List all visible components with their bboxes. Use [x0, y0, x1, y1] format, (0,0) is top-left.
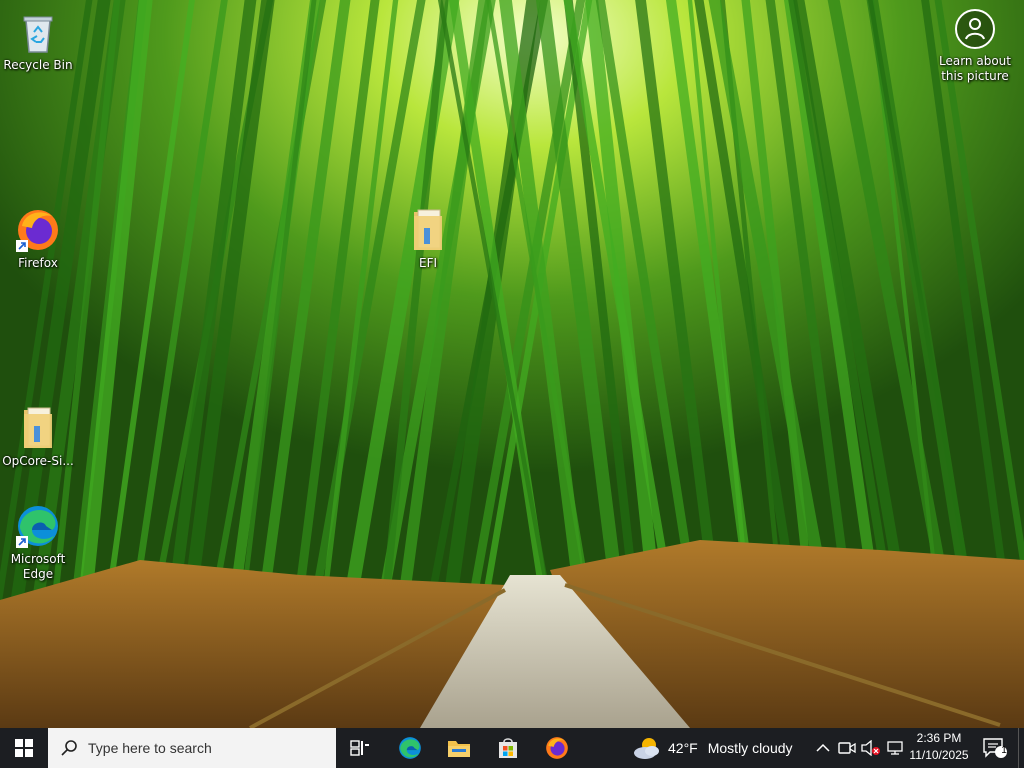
edge-icon	[16, 506, 58, 548]
desktop-icon-efi[interactable]: EFI	[390, 206, 466, 271]
desktop-icon-opcore[interactable]: OpCore-Si...	[0, 404, 76, 469]
search-placeholder: Type here to search	[88, 740, 212, 756]
edge-icon	[399, 737, 421, 759]
desktop-icon-firefox[interactable]: Firefox	[0, 206, 76, 271]
meet-now-button[interactable]	[836, 728, 858, 768]
taskbar-edge-button[interactable]	[386, 728, 434, 768]
firefox-icon	[16, 210, 58, 252]
desktop-icon-label: Microsoft Edge	[10, 552, 66, 581]
clock-time: 2:36 PM	[916, 731, 962, 745]
weather-widget[interactable]: 42°F Mostly cloudy	[632, 728, 793, 768]
task-view-button[interactable]	[336, 728, 384, 768]
microsoft-store-icon	[499, 738, 517, 758]
learn-about-picture-label: Learn about this picture	[939, 54, 1011, 83]
desktop-icon-microsoft-edge[interactable]: Microsoft Edge	[0, 502, 76, 582]
taskbar-store-button[interactable]	[484, 728, 532, 768]
desktop-icon-label: Recycle Bin	[3, 58, 73, 72]
desktop-icon-label: Firefox	[18, 256, 58, 270]
camera-icon	[955, 9, 995, 49]
partly-cloudy-icon	[634, 738, 659, 759]
network-icon	[887, 741, 903, 755]
desktop-icon-recycle-bin[interactable]: Recycle Bin	[0, 8, 76, 73]
chevron-up-icon	[816, 743, 830, 752]
webcam-icon	[838, 742, 856, 754]
search-icon	[61, 740, 77, 756]
network-button[interactable]	[884, 728, 906, 768]
notification-count: 1	[1001, 745, 1007, 756]
clock-date: 11/10/2025	[909, 748, 969, 762]
file-explorer-icon	[448, 741, 470, 757]
desktop-icon-label: OpCore-Si...	[2, 454, 74, 468]
weather-condition: Mostly cloudy	[707, 740, 793, 756]
show-hidden-icons-button[interactable]	[812, 728, 834, 768]
desktop[interactable]: Recycle Bin Firefox EFI OpCore-Si... Mic…	[0, 0, 1024, 728]
recycle-bin-icon	[23, 16, 53, 53]
learn-about-picture[interactable]: Learn about this picture	[934, 8, 1016, 84]
speaker-muted-icon	[861, 740, 880, 756]
taskbar-firefox-button[interactable]	[533, 728, 581, 768]
weather-temperature: 42°F	[668, 740, 698, 756]
task-view-icon	[350, 740, 369, 756]
windows-icon	[15, 739, 33, 757]
volume-button[interactable]	[860, 728, 882, 768]
start-button[interactable]	[0, 728, 48, 768]
notifications-button[interactable]: 1	[978, 728, 1012, 768]
folder-icon	[414, 209, 442, 250]
firefox-icon	[546, 737, 568, 759]
desktop-icon-label: EFI	[418, 256, 438, 270]
search-input[interactable]: Type here to search	[48, 728, 336, 768]
wallpaper	[0, 0, 1024, 728]
taskbar-file-explorer-button[interactable]	[435, 728, 483, 768]
show-desktop-button[interactable]	[1018, 728, 1024, 768]
folder-icon	[24, 407, 52, 448]
taskbar: Type here to search 42°F Mostly cloudy 2…	[0, 728, 1024, 768]
clock[interactable]: 2:36 PM 11/10/2025	[906, 730, 972, 766]
